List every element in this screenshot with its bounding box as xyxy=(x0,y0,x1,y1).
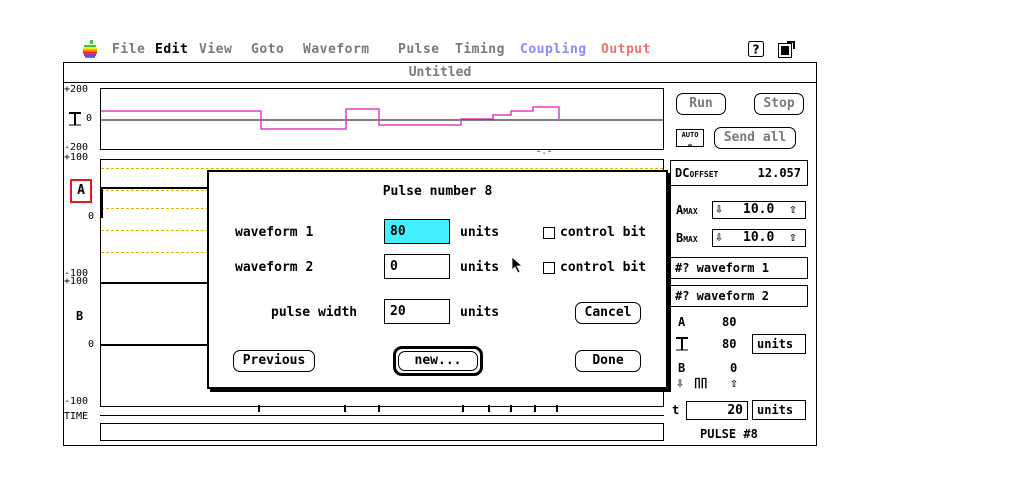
pulse-dialog: Pulse number 8 waveform 1 80 units contr… xyxy=(207,170,668,389)
time-tick xyxy=(510,405,512,412)
pulse-width-label: pulse width xyxy=(271,305,358,320)
reload-icon[interactable] xyxy=(778,41,795,58)
a-ylabel-zero: 0 xyxy=(88,211,95,222)
menu-pulse[interactable]: Pulse xyxy=(398,42,440,57)
a-value: 80 xyxy=(722,315,737,329)
menu-edit[interactable]: Edit xyxy=(155,42,188,57)
menu-timing[interactable]: Timing xyxy=(455,42,505,57)
mouse-cursor-icon xyxy=(511,256,524,274)
dialog-title: Pulse number 8 xyxy=(382,184,493,199)
b-ylabel-max: +100 xyxy=(64,276,89,287)
amax-value: 10.0 xyxy=(743,202,775,217)
control-bit-1-label: control bit xyxy=(560,225,647,240)
new-button[interactable]: new... xyxy=(398,351,478,371)
amplitude-units-button[interactable]: units xyxy=(752,334,806,354)
dc-label: DC xyxy=(675,166,690,180)
dc-offset-value: 12.057 xyxy=(757,166,801,180)
auto-send-toggle[interactable]: AUTO ↔ xyxy=(676,129,704,149)
pulse-number-label: PULSE #8 xyxy=(700,427,758,441)
amax-stepper[interactable]: ⇩ 10.0 ⇧ xyxy=(712,201,806,219)
pulse-shape-icon[interactable]: ∏∏ xyxy=(694,376,707,389)
waveform-2-select[interactable]: #? waveform 2 xyxy=(670,285,808,307)
arrow-down-icon[interactable]: ⇩ xyxy=(676,376,684,391)
bmax-value: 10.0 xyxy=(743,230,775,245)
arrow-down-icon[interactable]: ⇩ xyxy=(715,202,723,217)
waveform-1-select[interactable]: #? waveform 1 xyxy=(670,257,808,279)
amplitude-marker-icon xyxy=(69,112,81,126)
time-tick xyxy=(556,405,558,412)
pulse-overview-plot xyxy=(100,88,664,150)
b-ylabel-zero: 0 xyxy=(88,339,95,350)
amplitude-marker-icon xyxy=(676,337,688,351)
menu-view[interactable]: View xyxy=(199,42,232,57)
waveform-2-input[interactable]: 0 xyxy=(384,254,450,279)
dc-sub-label: OFFSET xyxy=(689,170,719,179)
menu-output[interactable]: Output xyxy=(601,42,651,57)
pulse-width-field[interactable]: 20 xyxy=(686,401,748,420)
time-tick xyxy=(344,405,346,412)
time-axis xyxy=(100,415,664,416)
window-title: Untitled xyxy=(64,63,816,83)
channel-a-selector[interactable]: A xyxy=(70,179,92,203)
amax-label: AMAX xyxy=(676,203,698,217)
cancel-button[interactable]: Cancel xyxy=(575,302,641,324)
run-button[interactable]: Run xyxy=(676,93,726,115)
menu-coupling[interactable]: Coupling xyxy=(520,42,587,57)
amplitude-value: 80 xyxy=(722,337,737,351)
menu-waveform[interactable]: Waveform xyxy=(303,42,370,57)
pulse-width-input[interactable]: 20 xyxy=(384,299,450,324)
bmax-label: BMAX xyxy=(676,231,698,245)
time-tick xyxy=(488,405,490,412)
time-tick xyxy=(462,405,464,412)
pulse-trace xyxy=(101,106,663,130)
waveform-1-label: waveform 1 xyxy=(235,225,314,240)
menu-file[interactable]: File xyxy=(112,42,145,57)
units-label: units xyxy=(460,260,500,275)
apple-menu-icon[interactable] xyxy=(82,40,98,58)
menu-bar: File Edit View Goto Waveform Pulse Timin… xyxy=(82,40,802,60)
control-bit-2-label: control bit xyxy=(560,260,647,275)
control-bit-1-checkbox[interactable] xyxy=(543,227,555,239)
waveform-1-input[interactable]: 80 xyxy=(384,219,450,244)
bmax-stepper[interactable]: ⇩ 10.0 ⇧ xyxy=(712,229,806,247)
time-tick xyxy=(534,405,536,412)
time-tick xyxy=(258,405,260,412)
t-units-button[interactable]: units xyxy=(752,400,806,420)
help-icon[interactable]: ? xyxy=(748,41,764,57)
a-value-label: A xyxy=(678,315,686,329)
units-label: units xyxy=(460,225,500,240)
stop-button[interactable]: Stop xyxy=(754,93,804,115)
scroll-marker: -.- xyxy=(536,147,553,157)
top-ylabel-max: +200 xyxy=(64,84,89,95)
time-axis-label: TIME xyxy=(64,411,89,422)
time-scrollbar[interactable] xyxy=(100,423,664,441)
arrow-up-icon[interactable]: ⇧ xyxy=(789,230,797,245)
top-ylabel-zero: 0 xyxy=(86,113,93,124)
send-all-button[interactable]: Send all xyxy=(714,127,796,149)
svg-text:?: ? xyxy=(753,43,760,57)
arrow-up-icon[interactable]: ⇧ xyxy=(730,376,738,391)
done-button[interactable]: Done xyxy=(575,350,641,372)
new-button-default-ring: new... xyxy=(393,346,483,376)
auto-icon: AUTO xyxy=(681,131,699,139)
a-ylabel-max: +100 xyxy=(64,152,89,163)
control-bit-2-checkbox[interactable] xyxy=(543,262,555,274)
dc-offset-field[interactable]: DCOFFSET 12.057 xyxy=(670,160,808,186)
waveform-2-label: waveform 2 xyxy=(235,260,314,275)
b-value-label: B xyxy=(678,361,686,375)
arrow-up-icon[interactable]: ⇧ xyxy=(789,202,797,217)
time-tick xyxy=(378,405,380,412)
channel-b-label: B xyxy=(76,309,84,323)
units-label: units xyxy=(460,305,500,320)
previous-button[interactable]: Previous xyxy=(233,350,315,372)
t-label: t xyxy=(672,403,680,417)
menu-goto[interactable]: Goto xyxy=(251,42,284,57)
b-value: 0 xyxy=(730,361,738,375)
arrow-down-icon[interactable]: ⇩ xyxy=(715,230,723,245)
b-ylabel-min: -100 xyxy=(64,396,89,407)
